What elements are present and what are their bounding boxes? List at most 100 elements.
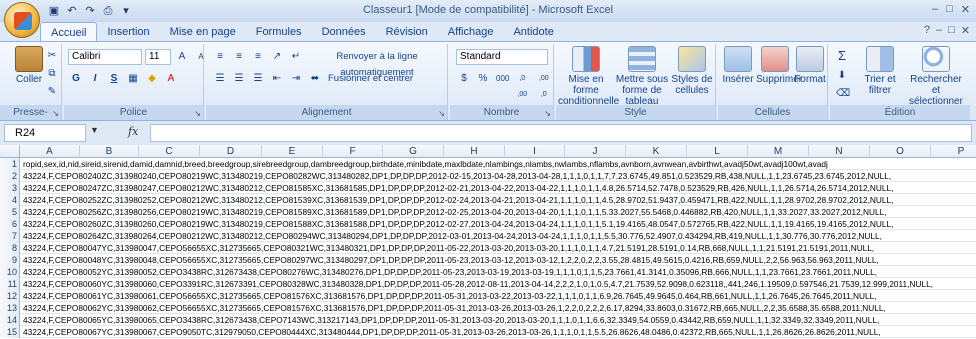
cell-a-content[interactable]: 43224,F,CEPO80256ZC,313980256,CEPO80219W… xyxy=(23,206,887,218)
tab-antidote[interactable]: Antidote xyxy=(503,22,563,42)
align-right-icon[interactable]: ☰ xyxy=(250,71,266,87)
cell-a-content[interactable]: 43224,F,CEPO80067YC,313980067,CEPO9050TC… xyxy=(23,326,881,338)
thousands-button[interactable]: 000 xyxy=(494,71,510,87)
font-launcher-icon[interactable]: ↘ xyxy=(194,109,201,118)
merge-center-button[interactable]: Fusionner et centrer xyxy=(326,71,415,87)
wrap-text-button[interactable]: Renvoyer à la ligne automatiquement xyxy=(307,49,447,78)
row-header[interactable]: 6 xyxy=(0,218,20,230)
cell-a-content[interactable]: 43224,F,CEPO80065YC,313980065,CEPO3438RC… xyxy=(23,314,879,326)
clear-icon[interactable]: ⌫ xyxy=(834,86,852,102)
grow-font-button[interactable]: A xyxy=(174,49,190,65)
column-header[interactable]: P xyxy=(931,145,976,158)
table-row[interactable]: 4 43224,F,CEPO80252ZC,313980252,CEPO80212… xyxy=(0,194,976,206)
tab-revision[interactable]: Révision xyxy=(376,22,438,42)
italic-button[interactable]: I xyxy=(87,71,103,87)
decrease-decimal-button[interactable]: ,00 ,0 xyxy=(535,71,554,98)
row-header[interactable]: 12 xyxy=(0,290,20,302)
column-header[interactable]: K xyxy=(626,145,687,158)
borders-icon[interactable]: ▦ xyxy=(125,71,141,87)
column-header[interactable]: E xyxy=(262,145,323,158)
number-launcher-icon[interactable]: ↘ xyxy=(544,109,551,118)
table-row[interactable]: 11 43224,F,CEPO80060YC,313980060,CEPO3391… xyxy=(0,278,976,290)
close-button[interactable]: ✕ xyxy=(961,3,970,16)
copy-icon[interactable]: ⧉ xyxy=(44,66,60,82)
column-header[interactable]: A xyxy=(20,145,80,158)
fill-color-icon[interactable]: ◆ xyxy=(144,71,160,87)
align-left-icon[interactable]: ☰ xyxy=(212,71,228,87)
row-header[interactable]: 3 xyxy=(0,182,20,194)
merge-icon[interactable]: ⬌ xyxy=(307,71,323,87)
font-color-icon[interactable]: A xyxy=(163,71,179,87)
tab-mise-en-page[interactable]: Mise en page xyxy=(160,22,246,42)
minimize-button[interactable]: – xyxy=(932,3,938,16)
find-select-button[interactable]: Rechercher et sélectionner xyxy=(906,46,966,107)
insert-function-button[interactable]: fx xyxy=(128,125,138,138)
align-bottom-icon[interactable]: ≡ xyxy=(250,49,266,65)
table-row[interactable]: 6 43224,F,CEPO80260ZC,313980260,CEPO80219… xyxy=(0,218,976,230)
font-size-select[interactable]: 11 xyxy=(145,49,171,65)
column-header[interactable]: O xyxy=(870,145,931,158)
workbook-close-button[interactable]: ✕ xyxy=(961,24,970,37)
table-row[interactable]: 10 43224,F,CEPO80052YC,313980052,CEPO3438… xyxy=(0,266,976,278)
spreadsheet-grid[interactable]: ABCDEFGHIJKLMNOPQ 1ropid,sex,id,nid,sire… xyxy=(0,145,976,339)
column-header[interactable]: B xyxy=(80,145,139,158)
maximize-button[interactable]: □ xyxy=(946,3,953,16)
cell-a-content[interactable]: 43224,F,CEPO80260ZC,313980260,CEPO80219W… xyxy=(23,218,893,230)
number-format-select[interactable]: Standard xyxy=(456,49,548,65)
table-row[interactable]: 5 43224,F,CEPO80256ZC,313980256,CEPO80219… xyxy=(0,206,976,218)
cell-styles-button[interactable]: Styles de cellules xyxy=(670,46,714,96)
column-header[interactable]: C xyxy=(139,145,200,158)
tab-accueil[interactable]: Accueil xyxy=(40,22,98,42)
cell-a-content[interactable]: 43224,F,CEPO80052YC,313980052,CEPO3438RC… xyxy=(23,266,877,278)
row-header[interactable]: 5 xyxy=(0,206,20,218)
cell-a-content[interactable]: 43224,F,CEPO80247ZC,313980247,CEPO80212W… xyxy=(23,182,893,194)
formula-input[interactable] xyxy=(150,124,972,142)
workbook-restore-button[interactable]: □ xyxy=(948,24,955,37)
align-top-icon[interactable]: ≡ xyxy=(212,49,228,65)
decrease-indent-icon[interactable]: ⇤ xyxy=(269,71,285,87)
tab-affichage[interactable]: Affichage xyxy=(438,22,504,42)
row-header[interactable]: 1 xyxy=(0,158,20,170)
cell-a-content[interactable]: ropid,sex,id,nid,sireid,sirenid,damid,da… xyxy=(23,158,828,170)
cell-a-content[interactable]: 43224,F,CEPO80047YC,313980047,CEPO56655X… xyxy=(23,242,874,254)
column-header[interactable]: I xyxy=(505,145,565,158)
cut-icon[interactable]: ✂ xyxy=(44,48,60,64)
cell-a-content[interactable]: 43224,F,CEPO80264ZC,313980264,CEPO80212W… xyxy=(23,230,882,242)
row-header[interactable]: 15 xyxy=(0,326,20,338)
increase-indent-icon[interactable]: ⇥ xyxy=(288,71,304,87)
cell-a-content[interactable]: 43224,F,CEPO80060YC,313980060,CEPO3391RC… xyxy=(23,278,933,290)
increase-decimal-button[interactable]: ,0 ,00 xyxy=(513,71,532,98)
cell-a-content[interactable]: 43224,F,CEPO80252ZC,313980252,CEPO80212W… xyxy=(23,194,893,206)
percent-button[interactable]: % xyxy=(475,71,491,87)
sort-filter-button[interactable]: Trier et filtrer xyxy=(854,46,906,96)
cell-a-content[interactable]: 43224,F,CEPO80240ZC,313980240,CEPO80219W… xyxy=(23,170,891,182)
table-row[interactable]: 9 43224,F,CEPO80048YC,313980048,CEPO56655… xyxy=(0,254,976,266)
tab-formules[interactable]: Formules xyxy=(246,22,312,42)
tab-donnees[interactable]: Données xyxy=(312,22,376,42)
cell-a-content[interactable]: 43224,F,CEPO80062YC,313980062,CEPO56655X… xyxy=(23,302,886,314)
table-row[interactable]: 15 43224,F,CEPO80067YC,313980067,CEPO9050… xyxy=(0,326,976,338)
column-header[interactable]: L xyxy=(687,145,748,158)
table-row[interactable]: 2 43224,F,CEPO80240ZC,313980240,CEPO80219… xyxy=(0,170,976,182)
office-button[interactable] xyxy=(4,2,40,38)
table-row[interactable]: 3 43224,F,CEPO80247ZC,313980247,CEPO80212… xyxy=(0,182,976,194)
row-header[interactable]: 4 xyxy=(0,194,20,206)
table-row[interactable]: 14 43224,F,CEPO80065YC,313980065,CEPO3438… xyxy=(0,314,976,326)
tab-insertion[interactable]: Insertion xyxy=(97,22,159,42)
row-header[interactable]: 9 xyxy=(0,254,20,266)
alignment-launcher-icon[interactable]: ↘ xyxy=(438,109,445,118)
name-box[interactable]: R24 xyxy=(4,124,86,142)
table-row[interactable]: 13 43224,F,CEPO80062YC,313980062,CEPO5665… xyxy=(0,302,976,314)
column-header[interactable]: G xyxy=(383,145,444,158)
table-row[interactable]: 7 43224,F,CEPO80264ZC,313980264,CEPO80212… xyxy=(0,230,976,242)
format-painter-icon[interactable]: ✎ xyxy=(44,84,60,100)
clipboard-launcher-icon[interactable]: ↘ xyxy=(52,109,59,118)
delete-cells-button[interactable]: Supprimer xyxy=(756,46,802,85)
align-center-icon[interactable]: ☰ xyxy=(231,71,247,87)
table-row[interactable]: 8 43224,F,CEPO80047YC,313980047,CEPO56655… xyxy=(0,242,976,254)
row-header[interactable]: 7 xyxy=(0,230,20,242)
help-icon[interactable]: ? xyxy=(924,24,930,37)
row-header[interactable]: 8 xyxy=(0,242,20,254)
wrap-text-icon[interactable]: ↵ xyxy=(288,49,304,65)
font-name-select[interactable]: Calibri xyxy=(68,49,142,65)
